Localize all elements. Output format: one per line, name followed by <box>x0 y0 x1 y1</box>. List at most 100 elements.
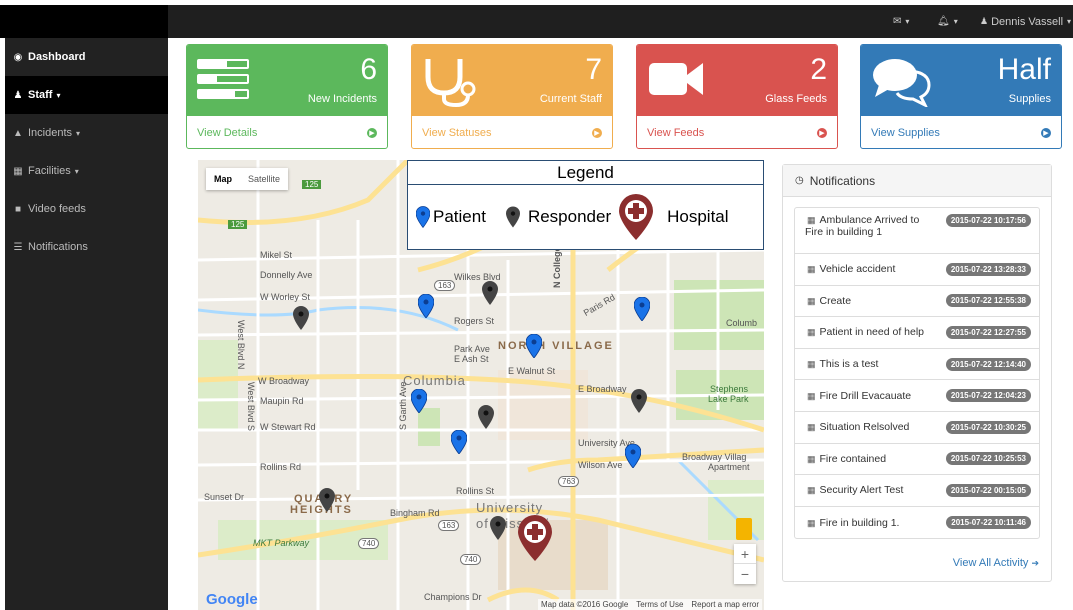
panel-number: Half <box>997 53 1051 86</box>
panel-supplies: Half Supplies View Supplies ▶ <box>860 44 1062 149</box>
map-label-e-ash: E Ash St <box>454 354 489 364</box>
patient-marker[interactable] <box>411 389 427 413</box>
dashboard-icon: ◉ <box>13 51 23 63</box>
timestamp-badge: 2015-07-22 10:17:56 <box>945 214 1031 227</box>
arrow-circle-right-icon: ➔ <box>1031 558 1039 568</box>
map-label-mkt-parkway: MKT Parkway <box>253 538 310 548</box>
panel-heading: 6 New Incidents <box>187 45 387 116</box>
map-type-map-button[interactable]: Map <box>206 168 240 190</box>
list-item[interactable]: ▦ Vehicle accident 2015-07-22 13:28:33 <box>795 254 1039 286</box>
list-item[interactable]: ▦ Situation Relsolved 2015-07-22 10:30:25 <box>795 412 1039 444</box>
zoom-out-button[interactable]: − <box>734 564 756 584</box>
map-shield-125: 125 <box>228 220 248 229</box>
zoom-in-button[interactable]: + <box>734 544 756 564</box>
legend-hospital-label: Hospital <box>667 207 729 226</box>
panel-number: 6 <box>360 53 377 86</box>
responder-marker-icon <box>505 206 520 228</box>
terms-of-use-link[interactable]: Terms of Use <box>636 600 683 609</box>
calendar-icon: ▦ <box>807 422 816 433</box>
patient-marker[interactable] <box>634 297 650 321</box>
video-camera-icon <box>649 63 703 95</box>
view-all-activity-link[interactable]: View All Activity ➔ <box>953 557 1039 569</box>
responder-marker[interactable] <box>293 306 309 330</box>
alerts-dropdown[interactable]: 🔔︎ ▾ <box>937 5 958 38</box>
calendar-icon: ▦ <box>807 453 816 464</box>
patient-marker[interactable] <box>451 430 467 454</box>
view-supplies-link[interactable]: View Supplies ▶ <box>861 116 1061 148</box>
sidebar-item-dashboard[interactable]: ◉ Dashboard <box>5 38 168 76</box>
map-label-e-broadway: E Broadway <box>578 384 627 394</box>
calendar-icon: ▦ <box>807 327 816 338</box>
map-label-donnelly: Donnelly Ave <box>260 270 313 280</box>
panel-new-incidents: 6 New Incidents View Details ▶ <box>186 44 388 149</box>
calendar-icon: ▦ <box>807 517 816 528</box>
list-item[interactable]: ▦ Fire contained 2015-07-22 10:25:53 <box>795 444 1039 476</box>
notification-text: Ambulance Arrived to <box>819 214 920 226</box>
hospital-marker[interactable] <box>518 515 552 561</box>
panel-link-label: View Statuses <box>422 127 492 139</box>
patient-marker[interactable] <box>526 334 542 358</box>
panel-link-label: View Supplies <box>871 127 940 139</box>
map-label-garth: S Garth Ave <box>398 381 408 430</box>
notification-text: Fire in building 1. <box>819 516 900 529</box>
map-label-columbia-college: Columb <box>726 318 758 328</box>
timestamp-badge: 2015-07-22 12:27:55 <box>945 325 1031 339</box>
list-item[interactable]: ▦ Security Alert Test 2015-07-22 00:15:05 <box>795 475 1039 507</box>
view-feeds-link[interactable]: View Feeds ▶ <box>637 116 837 148</box>
responder-marker[interactable] <box>482 281 498 305</box>
list-item[interactable]: ▦ Create 2015-07-22 12:55:38 <box>795 286 1039 318</box>
map-type-control: Map Satellite <box>206 168 289 190</box>
calendar-icon: ▦ <box>807 264 816 275</box>
chevron-down-icon: ▾ <box>1067 17 1072 26</box>
tasks-icon <box>197 59 249 99</box>
calendar-icon: ▦ <box>807 359 816 370</box>
map-label-park-ave: Park Ave <box>454 344 490 354</box>
report-map-error-link[interactable]: Report a map error <box>691 600 759 609</box>
arrow-circle-right-icon: ▶ <box>367 128 377 138</box>
map-type-satellite-button[interactable]: Satellite <box>240 168 288 190</box>
map-label-stephens: Stephens <box>710 384 749 394</box>
sidebar-item-facilities[interactable]: ▦ Facilities ▾ <box>5 152 168 190</box>
map-label-west-blvd: West Blvd N <box>236 320 246 370</box>
responder-marker[interactable] <box>319 488 335 512</box>
list-item[interactable]: ▦ This is a test 2015-07-22 12:14:40 <box>795 349 1039 381</box>
map-label-lake-park: Lake Park <box>708 394 749 404</box>
list-item[interactable]: ▦ Patient in need of help 2015-07-22 12:2… <box>795 317 1039 349</box>
map-label-apartment: Apartment <box>708 462 750 472</box>
map-shield-163: 163 <box>438 520 460 531</box>
view-statuses-link[interactable]: View Statuses ▶ <box>412 116 612 148</box>
responder-marker[interactable] <box>490 516 506 540</box>
patient-marker[interactable] <box>418 294 434 318</box>
list-item[interactable]: ▦ Ambulance Arrived to Fire in building 1… <box>795 208 1039 254</box>
patient-marker[interactable] <box>625 444 641 468</box>
street-view-pegman-icon[interactable] <box>736 518 752 540</box>
sidebar-item-staff[interactable]: ♟ Staff ▾ <box>5 76 168 114</box>
map-legend: Legend Patient Responder Hospital <box>407 160 764 250</box>
list-item[interactable]: ▦ Fire Drill Evacauate 2015-07-22 12:04:2… <box>795 380 1039 412</box>
calendar-icon: ▦ <box>807 485 816 496</box>
notification-text: Fire contained <box>819 452 887 465</box>
notification-text: Patient in need of help <box>819 326 925 339</box>
panel-label: Glass Feeds <box>765 93 827 105</box>
map-shield-125: 125 <box>302 180 322 189</box>
sidebar-item-label: Incidents <box>28 127 73 139</box>
messages-dropdown[interactable]: ✉ ▾ <box>893 5 909 38</box>
list-item[interactable]: ▦ Fire in building 1. 2015-07-22 10:11:46 <box>795 507 1039 539</box>
arrow-circle-right-icon: ▶ <box>817 128 827 138</box>
responder-marker[interactable] <box>631 389 647 413</box>
notification-text-line2: Fire in building 1 <box>805 226 883 238</box>
clock-icon: ◷ <box>795 175 804 186</box>
sidebar-item-incidents[interactable]: ▲ Incidents ▾ <box>5 114 168 152</box>
sidebar-item-video-feeds[interactable]: ■ Video feeds <box>5 190 168 228</box>
legend-title: Legend <box>408 161 763 185</box>
timestamp-badge: 2015-07-22 10:11:46 <box>946 516 1031 530</box>
map-label-w-worley: W Worley St <box>260 292 310 302</box>
map-label-wilson-ave: Wilson Ave <box>578 460 623 470</box>
sidebar-item-notifications[interactable]: ☰ Notifications <box>5 228 168 266</box>
responder-marker[interactable] <box>478 405 494 429</box>
arrow-circle-right-icon: ▶ <box>592 128 602 138</box>
chevron-down-icon: ▾ <box>74 166 79 176</box>
timestamp-badge: 2015-07-22 12:04:23 <box>945 389 1031 403</box>
user-dropdown[interactable]: ♟ Dennis Vassell ▾ <box>980 5 1071 38</box>
view-details-link[interactable]: View Details ▶ <box>187 116 387 148</box>
